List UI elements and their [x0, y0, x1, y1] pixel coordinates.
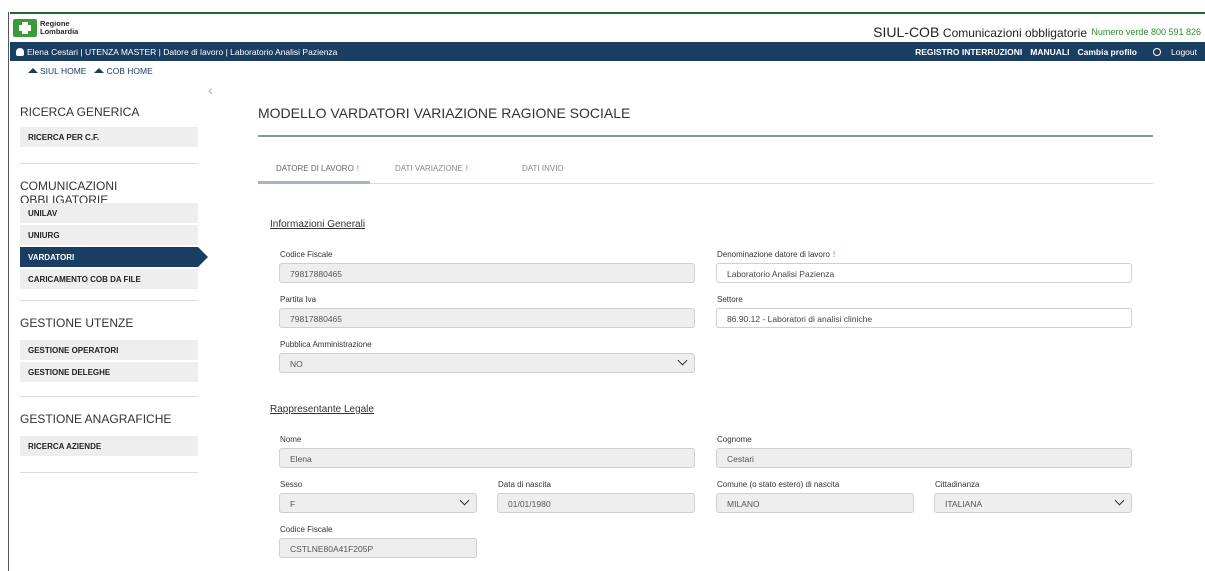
home-icon: [94, 67, 105, 73]
codice-fiscale-field[interactable]: 79817880465: [279, 263, 695, 283]
window-edge: [8, 12, 9, 571]
codice-fiscale-label: Codice Fiscale: [280, 250, 333, 259]
sidebar-item-unilav[interactable]: UNILAV: [20, 203, 198, 223]
denominazione-field[interactable]: Laboratorio Analisi Pazienza: [716, 263, 1132, 283]
sidebar-item-vardatori[interactable]: VARDATORI: [20, 247, 208, 267]
logo-text: Regione Lombardia: [40, 19, 79, 36]
comune-nascita-field[interactable]: MILANO: [716, 493, 914, 513]
chevron-down-icon: [1114, 495, 1125, 506]
partita-iva-field[interactable]: 79817880465: [279, 308, 695, 328]
cob-home-link[interactable]: COB HOME: [94, 66, 153, 76]
title-divider: [258, 135, 1153, 137]
active-tab-indicator: [258, 181, 370, 184]
sidebar-section-title: COMUNICAZIONI OBBLIGATORIE: [20, 179, 118, 207]
tab-dati-invio[interactable]: DATI INVIO: [522, 164, 564, 173]
brand-bar: Regione Lombardia SIUL-COB Comunicazioni…: [10, 14, 1205, 42]
divider: [20, 472, 198, 473]
cambia-profilo-link[interactable]: Cambia profilo: [1077, 47, 1137, 57]
user-info: Elena Cestari | UTENZA MASTER | Datore d…: [27, 47, 338, 57]
codice-fiscale-rl-label: Codice Fiscale: [280, 525, 333, 534]
sesso-select[interactable]: F: [279, 493, 477, 513]
sesso-label: Sesso: [280, 480, 303, 489]
cognome-label: Cognome: [717, 435, 752, 444]
pubblica-amministrazione-select[interactable]: NO: [279, 353, 695, 373]
comune-nascita-label: Comune (o stato estero) di nascita: [717, 480, 840, 489]
tab-dati-variazione[interactable]: DATI VARIAZIONE!: [395, 164, 468, 173]
user-bar: Elena Cestari | UTENZA MASTER | Datore d…: [10, 42, 1205, 61]
sidebar-item-ricerca-aziende[interactable]: RICERCA AZIENDE: [20, 436, 198, 456]
phone-number: Numero verde 800 591 826: [1091, 27, 1201, 37]
manuali-link[interactable]: MANUALI: [1030, 47, 1069, 57]
page-title: MODELLO VARDATORI VARIAZIONE RAGIONE SOC…: [258, 105, 631, 121]
sidebar-item-ricerca-cf[interactable]: RICERCA PER C.F.: [20, 127, 198, 147]
chevron-down-icon: [677, 355, 688, 366]
divider: [20, 163, 198, 164]
sidebar-item-caricamento[interactable]: CARICAMENTO COB DA FILE: [20, 269, 198, 289]
denominazione-label: Denominazione datore di lavoro!: [717, 250, 836, 259]
codice-fiscale-rl-field[interactable]: CSTLNE80A41F205P: [279, 538, 477, 558]
data-nascita-field[interactable]: 01/01/1980: [497, 493, 695, 513]
registro-interruzioni-link[interactable]: REGISTRO INTERRUZIONI: [915, 47, 1022, 57]
divider: [20, 396, 198, 397]
home-links: SIUL HOME COB HOME: [28, 66, 161, 76]
cittadinanza-label: Cittadinanza: [935, 480, 980, 489]
nome-field[interactable]: Elena: [279, 448, 695, 468]
nome-label: Nome: [280, 435, 302, 444]
chevron-down-icon: [459, 495, 470, 506]
app-title: SIUL-COB Comunicazioni obbligatorie: [873, 24, 1087, 40]
sidebar: RICERCA GENERICA RICERCA PER C.F. COMUNI…: [20, 100, 208, 473]
tab-bar: DATORE DI LAVORO! DATI VARIAZIONE! DATI …: [258, 160, 1153, 184]
settore-label: Settore: [717, 295, 743, 304]
user-icon: [16, 48, 24, 56]
logout-link[interactable]: Logout: [1145, 47, 1197, 57]
divider: [20, 300, 198, 301]
cittadinanza-select[interactable]: ITALIANA: [934, 493, 1132, 513]
lombardia-cross-icon: [13, 19, 37, 37]
sidebar-item-uniurg[interactable]: UNIURG: [20, 225, 198, 245]
partita-iva-label: Partita Iva: [280, 295, 317, 304]
power-icon: [1153, 48, 1161, 56]
pubblica-amministrazione-label: Pubblica Amministrazione: [280, 340, 372, 349]
settore-field[interactable]: 86.90.12 - Laboratori di analisi clinich…: [716, 308, 1132, 328]
collapse-sidebar-icon[interactable]: ‹: [208, 82, 213, 98]
section-rappresentante-legale: Rappresentante Legale: [270, 404, 374, 415]
home-icon: [28, 67, 38, 73]
data-nascita-label: Data di nascita: [498, 480, 551, 489]
tab-datore-di-lavoro[interactable]: DATORE DI LAVORO!: [276, 164, 359, 173]
sidebar-section-title: GESTIONE ANAGRAFICHE: [20, 412, 172, 426]
regione-lombardia-logo[interactable]: Regione Lombardia: [13, 19, 78, 37]
sidebar-section-title: RICERCA GENERICA: [20, 105, 140, 119]
cognome-field[interactable]: Cestari: [716, 448, 1132, 468]
section-informazioni-generali: Informazioni Generali: [270, 219, 366, 230]
sidebar-item-gestione-deleghe[interactable]: GESTIONE DELEGHE: [20, 362, 198, 382]
sidebar-section-title: GESTIONE UTENZE: [20, 316, 134, 330]
sidebar-item-gestione-operatori[interactable]: GESTIONE OPERATORI: [20, 340, 198, 360]
siul-home-link[interactable]: SIUL HOME: [28, 66, 86, 76]
